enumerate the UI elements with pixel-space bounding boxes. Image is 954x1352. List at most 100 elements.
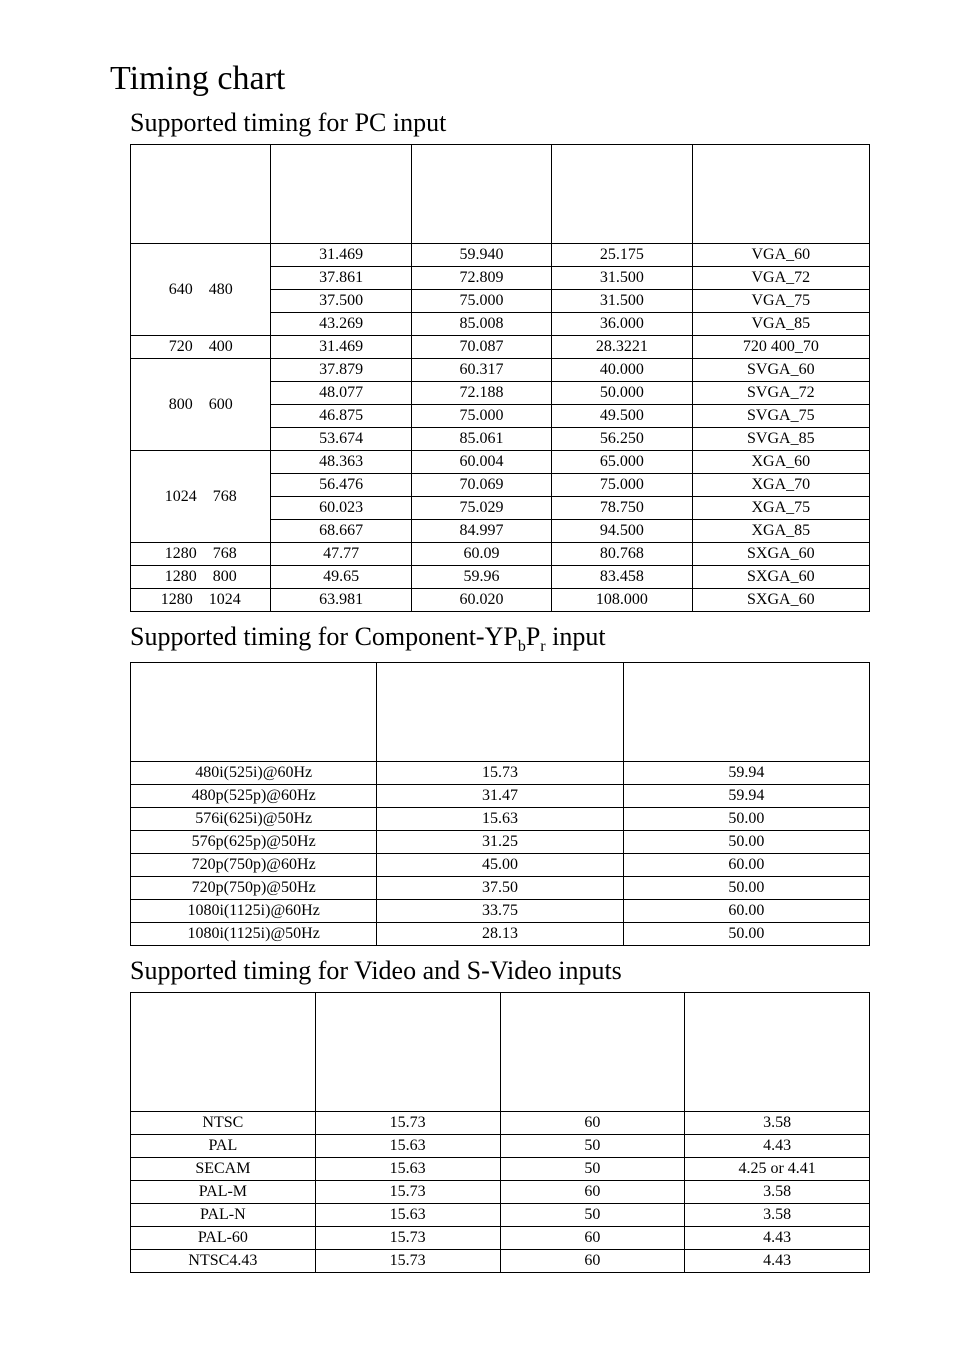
table-cell: VGA_72 [692, 267, 869, 290]
table-cell: 37.500 [271, 290, 411, 313]
table-cell: 59.94 [623, 785, 869, 808]
table-cell: PAL [131, 1135, 316, 1158]
table-cell: VGA_85 [692, 313, 869, 336]
table-cell: 85.008 [411, 313, 551, 336]
table-header [692, 145, 869, 244]
table-header [552, 145, 692, 244]
table-cell: 576i(625i)@50Hz [131, 808, 377, 831]
table-cell: 40.000 [552, 359, 692, 382]
table-cell: 31.469 [271, 244, 411, 267]
table-cell: 36.000 [552, 313, 692, 336]
table-row: 480i(525i)@60Hz15.7359.94 [131, 762, 870, 785]
table-row: NTSC4.4315.73604.43 [131, 1250, 870, 1273]
table-cell: XGA_85 [692, 520, 869, 543]
table-cell: SXGA_60 [692, 566, 869, 589]
table-cell: 4.43 [685, 1250, 870, 1273]
table-row: 1280102463.98160.020108.000SXGA_60 [131, 589, 870, 612]
table-cell: SXGA_60 [692, 543, 869, 566]
table-cell: 50.00 [623, 831, 869, 854]
resolution-cell: 1280800 [131, 566, 271, 589]
table-cell: SVGA_72 [692, 382, 869, 405]
table-cell: XGA_60 [692, 451, 869, 474]
table-cell: 70.087 [411, 336, 551, 359]
table-cell: VGA_75 [692, 290, 869, 313]
table-cell: 85.061 [411, 428, 551, 451]
table-cell: 60.09 [411, 543, 551, 566]
table-cell: 480p(525p)@60Hz [131, 785, 377, 808]
table-header [131, 145, 271, 244]
table-row: 80060037.87960.31740.000SVGA_60 [131, 359, 870, 382]
table-cell: 94.500 [552, 520, 692, 543]
table-cell: SVGA_60 [692, 359, 869, 382]
table-cell: 60 [500, 1250, 685, 1273]
table-cell: 56.250 [552, 428, 692, 451]
section-heading: Supported timing for Component-YPbPr inp… [130, 622, 894, 656]
table-cell: 43.269 [271, 313, 411, 336]
table-cell: 75.000 [552, 474, 692, 497]
table-cell: 65.000 [552, 451, 692, 474]
table-cell: 60 [500, 1227, 685, 1250]
table-cell: 37.861 [271, 267, 411, 290]
table-cell: XGA_70 [692, 474, 869, 497]
table-cell: 37.50 [377, 877, 623, 900]
table-cell: 75.029 [411, 497, 551, 520]
table-cell: 15.63 [315, 1135, 500, 1158]
table-header [377, 663, 623, 762]
table-cell: SXGA_60 [692, 589, 869, 612]
table-row: 128080049.6559.9683.458SXGA_60 [131, 566, 870, 589]
table-row: SECAM15.63504.25 or 4.41 [131, 1158, 870, 1181]
table-row: 720p(750p)@50Hz37.5050.00 [131, 877, 870, 900]
table-cell: 60.004 [411, 451, 551, 474]
table-cell: 1080i(1125i)@60Hz [131, 900, 377, 923]
table-cell: 15.63 [315, 1204, 500, 1227]
table-row: 102476848.36360.00465.000XGA_60 [131, 451, 870, 474]
table-cell: 50 [500, 1204, 685, 1227]
table-cell: 15.73 [315, 1227, 500, 1250]
table-cell: 80.768 [552, 543, 692, 566]
table-header [685, 993, 870, 1112]
table-row: 720p(750p)@60Hz45.0060.00 [131, 854, 870, 877]
resolution-cell: 12801024 [131, 589, 271, 612]
table-cell: NTSC [131, 1112, 316, 1135]
table-header [315, 993, 500, 1112]
table-cell: 60.00 [623, 854, 869, 877]
table-cell: PAL-60 [131, 1227, 316, 1250]
table-cell: 50.00 [623, 808, 869, 831]
table-cell: 83.458 [552, 566, 692, 589]
table-cell: 63.981 [271, 589, 411, 612]
video-svideo-timing-table: NTSC15.73603.58PAL15.63504.43SECAM15.635… [130, 992, 870, 1273]
table-cell: 56.476 [271, 474, 411, 497]
table-row: 576i(625i)@50Hz15.6350.00 [131, 808, 870, 831]
table-cell: 33.75 [377, 900, 623, 923]
table-cell: 50 [500, 1158, 685, 1181]
section-heading: Supported timing for PC input [130, 108, 894, 138]
table-cell: 48.363 [271, 451, 411, 474]
table-header [411, 145, 551, 244]
resolution-cell: 1024768 [131, 451, 271, 543]
table-cell: 45.00 [377, 854, 623, 877]
table-cell: 50 [500, 1135, 685, 1158]
table-cell: 31.500 [552, 267, 692, 290]
section-heading: Supported timing for Video and S-Video i… [130, 956, 894, 986]
table-row: 1080i(1125i)@60Hz33.7560.00 [131, 900, 870, 923]
table-cell: 3.58 [685, 1204, 870, 1227]
table-cell: 31.500 [552, 290, 692, 313]
table-row: PAL15.63504.43 [131, 1135, 870, 1158]
table-cell: SECAM [131, 1158, 316, 1181]
table-cell: 60.317 [411, 359, 551, 382]
table-cell: 4.25 or 4.41 [685, 1158, 870, 1181]
table-cell: 75.000 [411, 290, 551, 313]
table-cell: 480i(525i)@60Hz [131, 762, 377, 785]
resolution-cell: 800600 [131, 359, 271, 451]
table-row: 480p(525p)@60Hz31.4759.94 [131, 785, 870, 808]
table-cell: XGA_75 [692, 497, 869, 520]
table-cell: 720 400_70 [692, 336, 869, 359]
table-cell: PAL-N [131, 1204, 316, 1227]
table-cell: VGA_60 [692, 244, 869, 267]
table-cell: 31.25 [377, 831, 623, 854]
table-row: NTSC15.73603.58 [131, 1112, 870, 1135]
table-cell: 720p(750p)@50Hz [131, 877, 377, 900]
table-cell: 15.63 [315, 1158, 500, 1181]
component-timing-table: 480i(525i)@60Hz15.7359.94480p(525p)@60Hz… [130, 662, 870, 946]
table-cell: 576p(625p)@50Hz [131, 831, 377, 854]
